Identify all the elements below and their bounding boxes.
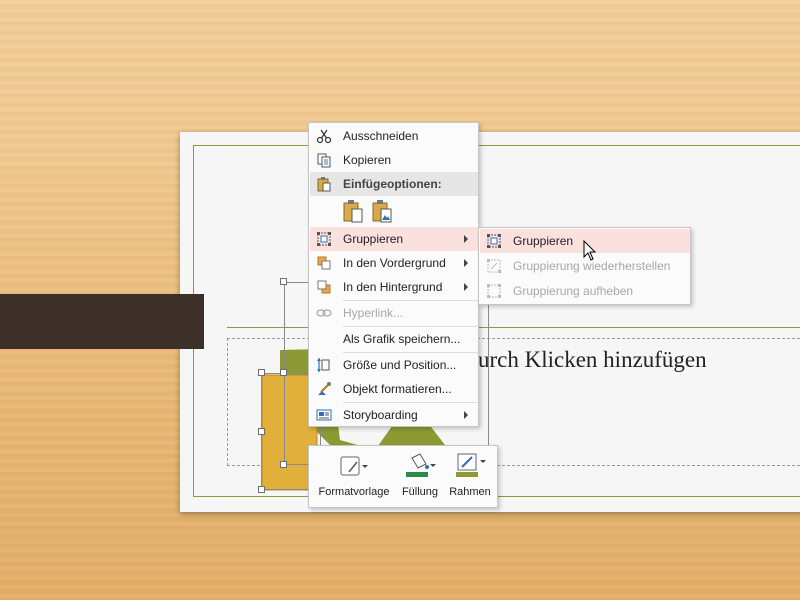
fill-label: Füllung [401, 486, 439, 498]
shape-style-icon [339, 452, 369, 480]
group-submenu: Gruppieren Gruppierung wiederherstellen … [478, 227, 691, 305]
shape-style-button[interactable]: Formatvorlage [315, 446, 393, 508]
submenu-arrow-icon [464, 411, 468, 419]
mouse-cursor-icon [583, 240, 597, 261]
menu-item-copy[interactable]: Kopieren [310, 148, 478, 172]
menu-item-label: Ausschneiden [343, 129, 419, 143]
resize-handle[interactable] [280, 278, 287, 285]
menu-item-label: Größe und Position... [343, 358, 457, 372]
storyboard-icon [313, 404, 335, 426]
menu-item-label: Kopieren [343, 153, 392, 167]
menu-item-cut[interactable]: Ausschneiden [310, 124, 478, 148]
outline-button[interactable]: Rahmen [445, 446, 495, 508]
menu-item-bring-forward[interactable]: In den Vordergrund [310, 251, 478, 275]
send-backward-icon [313, 276, 335, 298]
outline-label: Rahmen [449, 486, 491, 498]
resize-handle[interactable] [280, 369, 287, 376]
format-object-icon [313, 378, 335, 400]
menu-item-label: In den Hintergrund [343, 280, 443, 294]
menu-item-hyperlink[interactable]: Hyperlink... [310, 301, 478, 325]
submenu-arrow-icon [464, 235, 468, 243]
paste-keep-formatting-icon[interactable] [340, 197, 366, 225]
ungroup-icon [483, 280, 505, 302]
menu-item-send-backward[interactable]: In den Hintergrund [310, 275, 478, 299]
shape-style-label: Formatvorlage [318, 486, 390, 498]
resize-handle[interactable] [258, 486, 265, 493]
regroup-icon [483, 255, 505, 277]
menu-item-group[interactable]: Gruppieren [310, 227, 478, 251]
resize-handle[interactable] [258, 428, 265, 435]
menu-item-size-position[interactable]: Größe und Position... [310, 353, 478, 377]
outline-pen-icon [454, 452, 486, 480]
group-icon [483, 230, 505, 252]
paste-as-picture-icon[interactable] [369, 197, 395, 225]
menu-item-label: Hyperlink... [343, 306, 404, 320]
copy-icon [313, 149, 335, 171]
fill-bucket-icon [404, 452, 436, 480]
scissors-icon [313, 125, 335, 147]
placeholder-text[interactable]: urch Klicken hinzufügen [478, 347, 798, 375]
submenu-item-label: Gruppieren [513, 234, 574, 248]
menu-item-label: Als Grafik speichern... [343, 332, 461, 346]
menu-item-save-as-picture[interactable]: Als Grafik speichern... [310, 327, 478, 351]
submenu-arrow-icon [464, 259, 468, 267]
mini-toolbar: Formatvorlage Füllung Rahmen [308, 445, 498, 508]
resize-handle[interactable] [258, 369, 265, 376]
bring-forward-icon [313, 252, 335, 274]
menu-section-label: Einfügeoptionen: [343, 177, 442, 191]
menu-item-format-object[interactable]: Objekt formatieren... [310, 377, 478, 401]
fill-button[interactable]: Füllung [395, 446, 445, 508]
submenu-arrow-icon [464, 283, 468, 291]
menu-item-label: Objekt formatieren... [343, 382, 452, 396]
submenu-item-label: Gruppierung aufheben [513, 284, 634, 298]
paste-icon [313, 173, 335, 195]
menu-item-label: Storyboarding [343, 408, 418, 422]
decorative-bar [0, 294, 204, 349]
submenu-item-ungroup[interactable]: Gruppierung aufheben [480, 279, 690, 303]
hyperlink-icon [313, 302, 335, 324]
menu-item-label: In den Vordergrund [343, 256, 446, 270]
resize-handle[interactable] [280, 461, 287, 468]
menu-section-paste-options: Einfügeoptionen: [310, 172, 478, 196]
group-icon [313, 228, 335, 250]
context-menu: Ausschneiden Kopieren Einfügeoptionen: G… [308, 122, 479, 427]
size-position-icon [313, 354, 335, 376]
menu-item-label: Gruppieren [343, 232, 404, 246]
menu-item-storyboarding[interactable]: Storyboarding [310, 403, 478, 427]
